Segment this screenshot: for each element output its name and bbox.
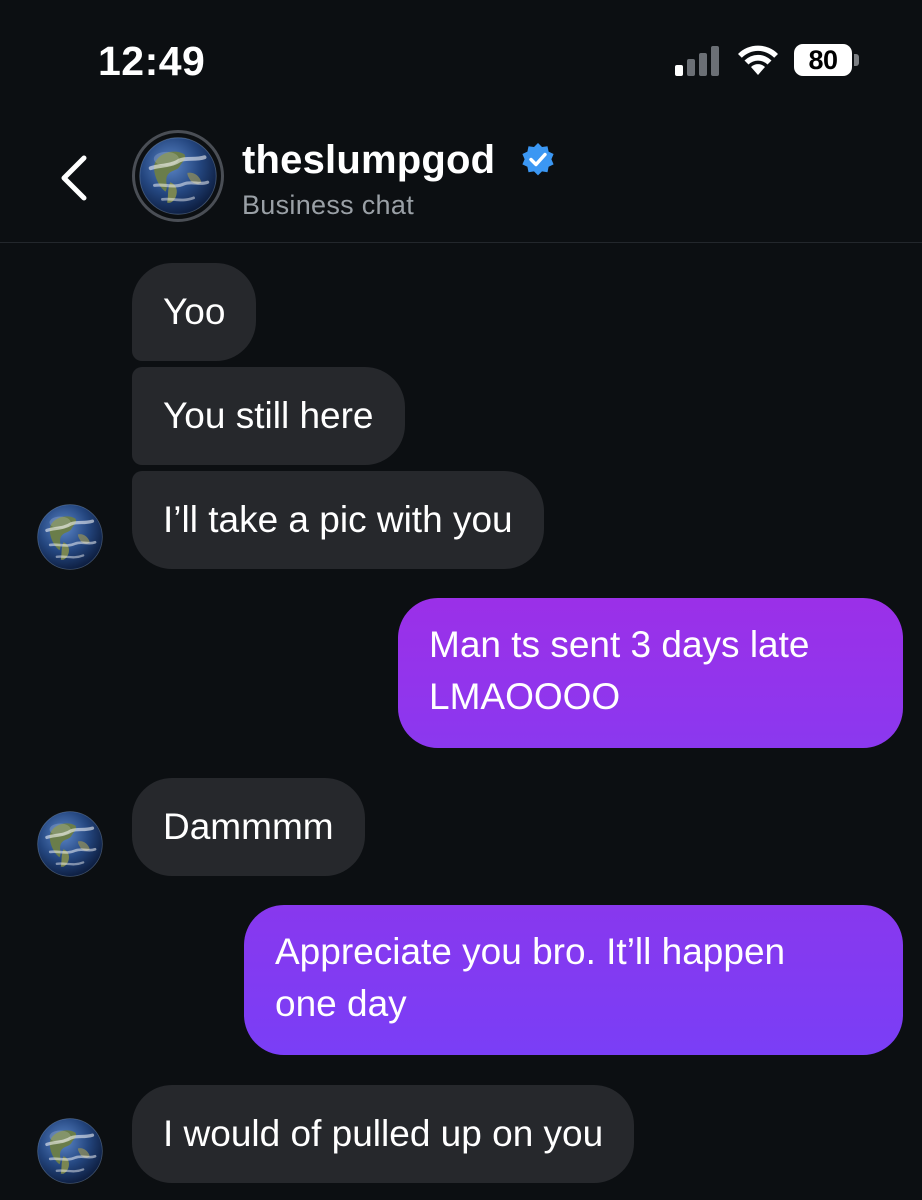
signal-icon bbox=[675, 46, 719, 76]
sender-avatar[interactable] bbox=[37, 1118, 103, 1184]
message-text: Dammmm bbox=[163, 806, 334, 847]
status-bar: 12:49 80 bbox=[0, 0, 922, 120]
chat-header: theslumpgod Business chat bbox=[0, 120, 922, 243]
message-text: I’ll take a pic with you bbox=[163, 499, 513, 540]
battery-level: 80 bbox=[794, 44, 852, 76]
globe-avatar-icon[interactable] bbox=[132, 130, 224, 222]
sender-avatar[interactable] bbox=[37, 504, 103, 570]
verified-badge-icon bbox=[522, 143, 554, 176]
message-bubble[interactable]: Yoo bbox=[132, 263, 257, 361]
status-time: 12:49 bbox=[98, 38, 206, 84]
message-bubble[interactable]: Dammmm bbox=[132, 778, 365, 876]
message-bubble[interactable]: I’ll take a pic with you bbox=[132, 471, 544, 569]
battery-cap bbox=[854, 54, 859, 66]
contact-name[interactable]: theslumpgod bbox=[242, 138, 495, 183]
message-bubble[interactable]: Appreciate you bro. It’ll happen one day bbox=[244, 905, 903, 1055]
sender-avatar[interactable] bbox=[37, 811, 103, 877]
message-bubble[interactable]: I would of pulled up on you bbox=[132, 1085, 635, 1183]
message-text-line: one day bbox=[275, 983, 407, 1024]
chevron-left-icon[interactable] bbox=[50, 148, 98, 208]
message-text-line: LMAOOOO bbox=[429, 676, 621, 717]
message-text-line: Appreciate you bro. It’ll happen bbox=[275, 931, 786, 972]
battery-icon: 80 bbox=[794, 44, 860, 76]
message-text-line: Man ts sent 3 days late bbox=[429, 624, 810, 665]
message-text: I would of pulled up on you bbox=[163, 1113, 604, 1154]
message-text: You still here bbox=[163, 395, 374, 436]
wifi-icon bbox=[738, 45, 778, 75]
message-text: Yoo bbox=[163, 291, 226, 332]
message-bubble[interactable]: Man ts sent 3 days late LMAOOOO bbox=[398, 598, 903, 748]
message-bubble[interactable]: You still here bbox=[132, 367, 405, 465]
chat-type-label: Business chat bbox=[242, 190, 414, 220]
